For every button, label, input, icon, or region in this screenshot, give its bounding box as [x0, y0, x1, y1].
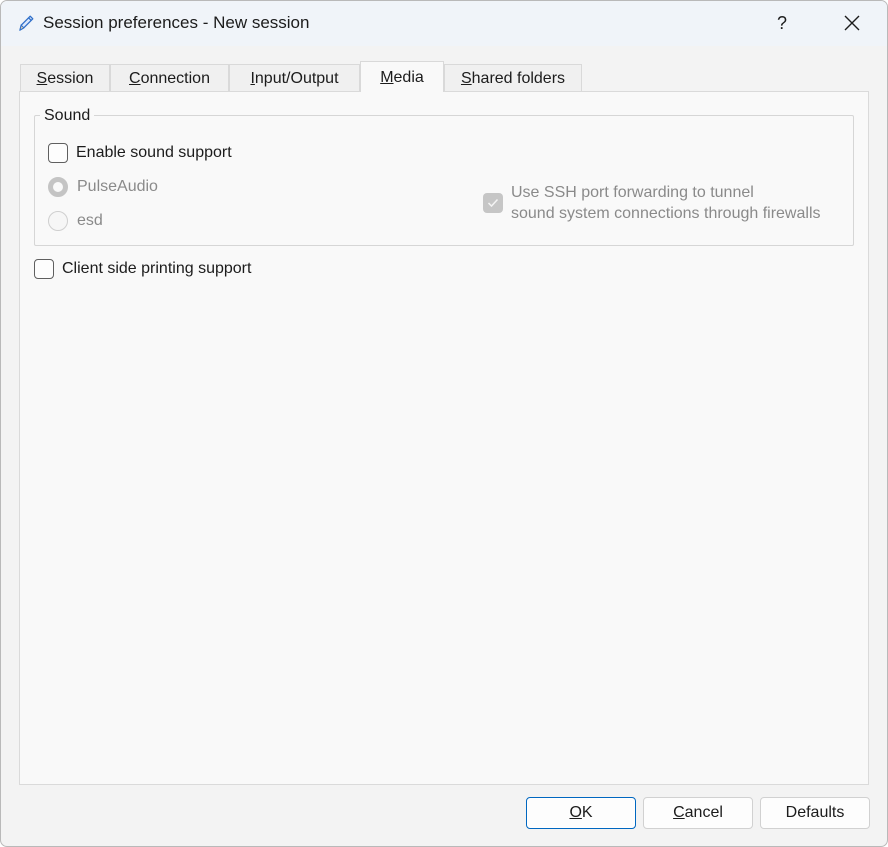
tab-connection[interactable]: Connection: [110, 64, 229, 91]
enable-sound-checkbox[interactable]: [48, 143, 68, 163]
checkmark-icon: [487, 198, 499, 208]
session-preferences-dialog: Session preferences - New session ? Sess…: [0, 0, 888, 847]
esd-label[interactable]: esd: [77, 211, 103, 231]
esd-radio[interactable]: [48, 211, 68, 231]
defaults-button[interactable]: Defaults: [760, 797, 870, 829]
ssh-forwarding-label-line2[interactable]: sound system connections through firewal…: [511, 204, 821, 224]
pencil-icon: [16, 13, 36, 33]
client-printing-label[interactable]: Client side printing support: [62, 259, 251, 279]
sound-group-label: Sound: [40, 106, 95, 126]
tab-session[interactable]: Session: [20, 64, 110, 91]
client-printing-checkbox[interactable]: [34, 259, 54, 279]
ssh-forwarding-label-line1[interactable]: Use SSH port forwarding to tunnel: [511, 183, 754, 203]
window-title: Session preferences - New session: [43, 13, 310, 32]
ok-button[interactable]: OK: [526, 797, 636, 829]
cancel-button[interactable]: Cancel: [643, 797, 753, 829]
close-button[interactable]: [829, 7, 875, 39]
tab-shared-folders[interactable]: Shared folders: [444, 64, 582, 91]
tab-input-output[interactable]: Input/Output: [229, 64, 360, 91]
pulseaudio-radio[interactable]: [48, 177, 68, 197]
pulseaudio-label[interactable]: PulseAudio: [77, 177, 158, 197]
enable-sound-label[interactable]: Enable sound support: [76, 143, 232, 163]
title-bar[interactable]: Session preferences - New session ?: [1, 1, 887, 46]
tab-media[interactable]: Media: [360, 61, 444, 92]
ssh-forwarding-checkbox[interactable]: [483, 193, 503, 213]
help-button[interactable]: ?: [759, 7, 805, 39]
close-icon: [844, 15, 860, 31]
